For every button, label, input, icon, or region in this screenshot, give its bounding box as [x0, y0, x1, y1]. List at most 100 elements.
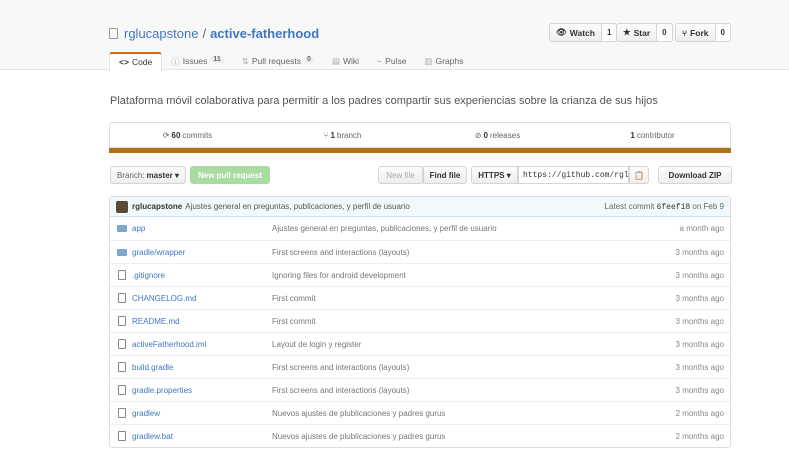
branches-count: 1 — [330, 130, 335, 140]
table-row: gradle/wrapper First screens and interact… — [110, 240, 730, 263]
tab-pull-requests-count: 0 — [304, 56, 314, 63]
file-name-link[interactable]: build.gradle — [132, 363, 272, 372]
table-row: .gitignore Ignoring files for android dev… — [110, 263, 730, 286]
table-row: CHANGELOG.md First commit 3 months ago — [110, 286, 730, 309]
tab-issues[interactable]: ⓘ Issues 11 — [162, 52, 233, 71]
file-commit-message[interactable]: First screens and interactions (layouts) — [272, 248, 676, 257]
tab-code-label: Code — [131, 57, 153, 67]
file-age: a month ago — [679, 224, 724, 233]
commit-message[interactable]: Ajustes general en preguntas, publicacio… — [185, 202, 410, 211]
commits-label: commits — [182, 130, 213, 140]
file-name-link[interactable]: activeFatherhood.iml — [132, 340, 272, 349]
find-file-button[interactable]: Find file — [423, 166, 467, 184]
table-row: build.gradle First screens and interactio… — [110, 355, 730, 378]
file-icon — [116, 408, 127, 418]
file-commit-message[interactable]: Nuevos ajustes de plublicaciones y padre… — [272, 409, 676, 418]
repo-description: Plataforma móvil colaborativa para permi… — [110, 95, 658, 107]
commit-author[interactable]: rglucapstone — [132, 202, 182, 211]
folder-icon — [116, 248, 127, 256]
language-bar[interactable] — [109, 148, 731, 153]
star-icon: ★ — [623, 27, 631, 37]
tab-graphs[interactable]: ▥ Graphs — [415, 52, 472, 71]
file-table: rglucapstone Ajustes general en pregunta… — [109, 196, 731, 448]
latest-commit-info: Latest commit 6feef18 on Feb 9 — [605, 202, 724, 212]
avatar[interactable] — [116, 200, 128, 213]
file-name-link[interactable]: CHANGELOG.md — [132, 294, 272, 303]
branches-summary[interactable]: ⑂ 1 branch — [265, 123, 420, 147]
watch-button[interactable]: 👁 Watch — [549, 23, 602, 42]
file-age: 3 months ago — [675, 385, 724, 395]
contributors-summary[interactable]: 1 contributor — [575, 123, 730, 147]
branch-name: master ▾ — [146, 170, 180, 180]
file-name-link[interactable]: gradle.properties — [132, 386, 272, 395]
repo-book-icon — [109, 28, 118, 39]
clipboard-icon: 📋 — [634, 170, 644, 180]
tab-wiki[interactable]: ▤ Wiki — [323, 52, 368, 71]
fork-count[interactable]: 0 — [715, 23, 731, 42]
star-label: Star — [633, 27, 651, 38]
folder-icon — [116, 225, 127, 232]
file-age: 2 months ago — [675, 408, 724, 418]
file-commit-message[interactable]: First screens and interactions (layouts) — [272, 363, 676, 372]
repo-title: rglucapstone / active-fatherhood — [109, 26, 319, 41]
file-commit-message[interactable]: First commit — [272, 294, 676, 303]
file-name-link[interactable]: gradlew.bat — [132, 432, 272, 441]
tab-pulse[interactable]: ⌁ Pulse — [368, 52, 415, 71]
releases-label: releases — [489, 130, 521, 140]
code-icon: <> — [119, 57, 129, 67]
download-zip-button[interactable]: Download ZIP — [658, 166, 732, 184]
file-name-link[interactable]: gradlew — [132, 409, 272, 418]
table-row: gradle.properties First screens and inter… — [110, 378, 730, 401]
star-button[interactable]: ★ Star — [616, 23, 658, 42]
clone-url-input[interactable] — [518, 166, 629, 184]
file-name-link[interactable]: gradle/wrapper — [132, 248, 272, 257]
branch-prefix: Branch: — [116, 170, 145, 180]
tag-icon: ⊘ — [474, 130, 482, 140]
star-count[interactable]: 0 — [657, 23, 673, 42]
pulse-icon: ⌁ — [377, 56, 383, 66]
commits-summary[interactable]: ⟳ 60 commits — [110, 123, 265, 147]
table-row: gradlew.bat Nuevos ajustes de plublicacio… — [110, 424, 730, 447]
repo-name-link[interactable]: active-fatherhood — [210, 26, 319, 41]
file-name-link[interactable]: .gitignore — [132, 271, 272, 280]
file-commit-message[interactable]: Ignoring files for android development — [272, 271, 676, 280]
file-name-link[interactable]: app — [132, 224, 272, 233]
copy-to-clipboard-button[interactable]: 📋 — [629, 166, 649, 184]
file-navigation: Branch: master ▾ New pull request New fi… — [110, 166, 732, 184]
tab-pulse-label: Pulse — [385, 56, 407, 66]
fork-action: ⑂ Fork 0 — [675, 23, 731, 42]
commit-sha[interactable]: 6feef18 — [657, 203, 691, 212]
file-icon — [116, 339, 127, 349]
file-commit-message[interactable]: Layout de login y register — [272, 340, 676, 349]
file-commit-message[interactable]: Ajustes general en preguntas, publicacio… — [272, 224, 680, 233]
file-commit-message[interactable]: Nuevos ajustes de plublicaciones y padre… — [272, 432, 676, 441]
commits-count: 60 — [171, 130, 181, 140]
tab-code[interactable]: <> Code — [109, 52, 163, 72]
fork-button[interactable]: ⑂ Fork — [675, 23, 716, 42]
file-age: 3 months ago — [675, 316, 724, 326]
contributors-count: 1 — [630, 130, 635, 140]
file-age: 3 months ago — [675, 362, 724, 372]
tab-graphs-label: Graphs — [435, 56, 464, 66]
table-row: activeFatherhood.iml Layout de login y re… — [110, 332, 730, 355]
repo-summary: ⟳ 60 commits ⑂ 1 branch ⊘ 0 releases 1 c… — [109, 122, 731, 148]
branch-select-button[interactable]: Branch: master ▾ — [110, 166, 186, 184]
clone-protocol-button[interactable]: HTTPS ▾ — [471, 166, 518, 184]
new-file-button[interactable]: New file — [378, 166, 423, 184]
branches-label: branch — [336, 130, 362, 140]
file-icon — [116, 431, 127, 441]
wiki-icon: ▤ — [331, 56, 340, 66]
fork-icon: ⑂ — [682, 27, 688, 38]
file-name-link[interactable]: README.md — [132, 317, 272, 326]
file-commit-message[interactable]: First commit — [272, 317, 676, 326]
repo-owner-link[interactable]: rglucapstone — [124, 26, 198, 41]
branch-icon: ⑂ — [323, 130, 329, 140]
tab-pull-requests-label: Pull requests — [251, 56, 302, 66]
releases-summary[interactable]: ⊘ 0 releases — [420, 123, 575, 147]
table-row: README.md First commit 3 months ago — [110, 309, 730, 332]
file-icon — [116, 362, 127, 372]
new-pull-request-button[interactable]: New pull request — [190, 166, 270, 184]
file-icon — [116, 270, 127, 280]
file-commit-message[interactable]: First screens and interactions (layouts) — [272, 386, 676, 395]
tab-pull-requests[interactable]: ⇅ Pull requests 0 — [233, 52, 323, 71]
